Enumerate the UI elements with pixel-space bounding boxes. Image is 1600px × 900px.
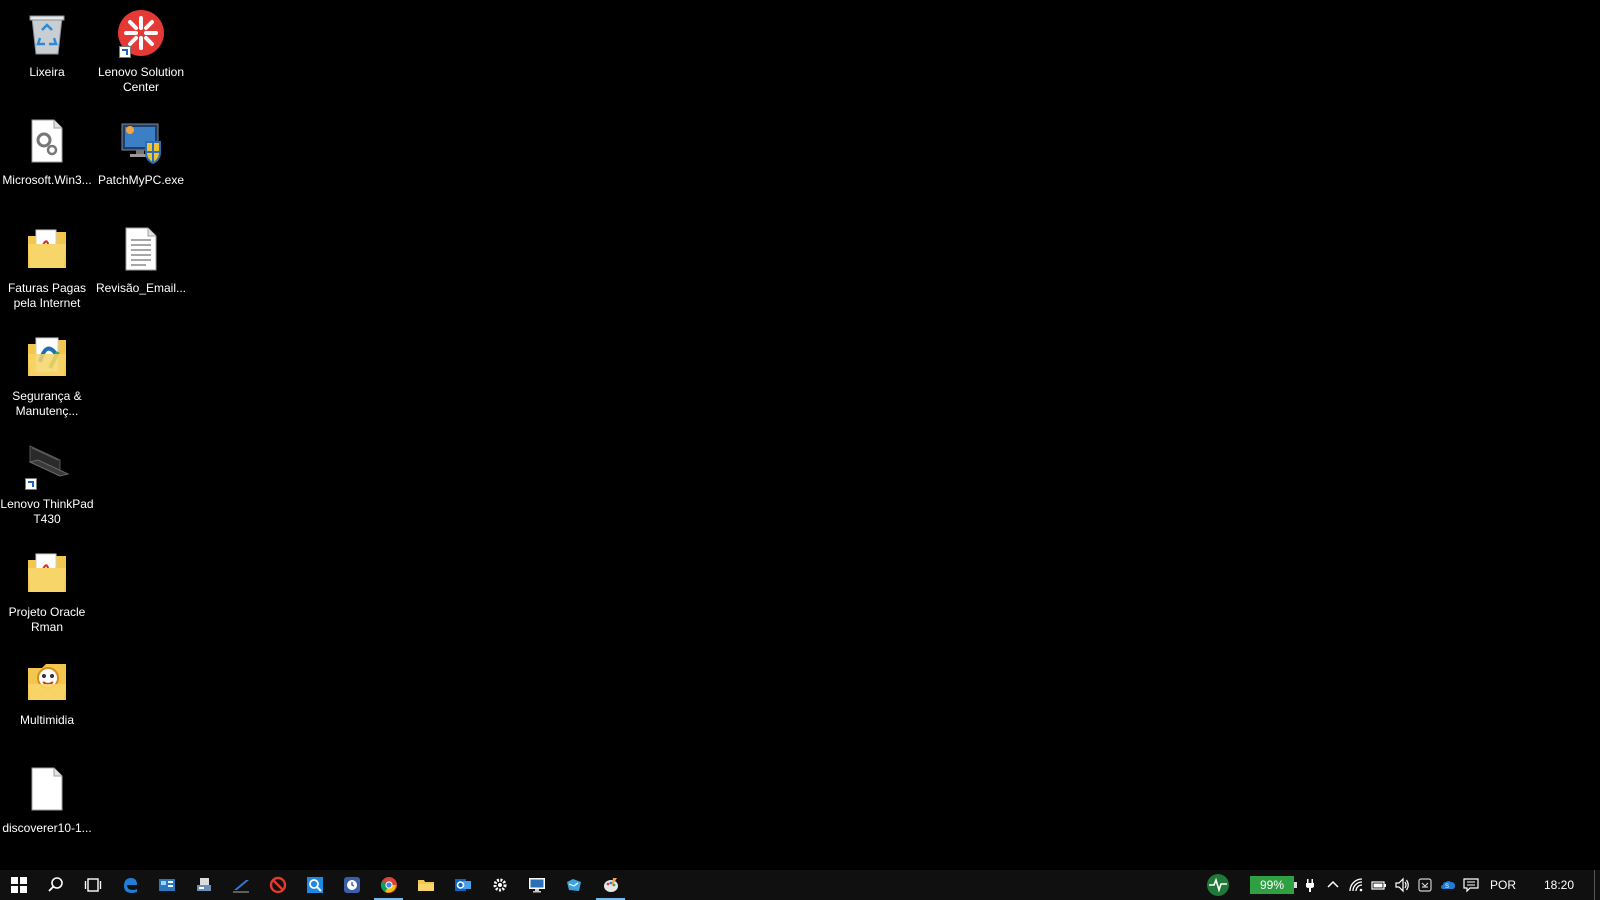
taskbar-chrome[interactable]	[370, 870, 407, 900]
taskbar-search-app[interactable]	[296, 870, 333, 900]
tray-power-plug[interactable]	[1298, 870, 1321, 900]
desktop-icon-label: discoverer10-1...	[2, 821, 92, 835]
paint-icon	[603, 878, 618, 892]
desktop-icon-discoverer[interactable]: discoverer10-1...	[0, 760, 94, 860]
outlook-icon	[454, 879, 471, 891]
desktop-icon-label: Segurança & Manutenç...	[12, 389, 82, 418]
edge-icon	[123, 878, 137, 893]
battery-indicator[interactable]: 99%	[1250, 876, 1297, 894]
tray-show-hidden[interactable]	[1321, 870, 1344, 900]
cloud-sync-icon: S	[1440, 881, 1455, 890]
tray-app-1[interactable]	[1413, 870, 1436, 900]
tray-volume[interactable]	[1390, 870, 1413, 900]
svg-text:S: S	[1445, 884, 1449, 890]
config-file-icon	[22, 116, 72, 166]
gear-icon	[493, 878, 506, 892]
desktop-icon-seguranca[interactable]: Segurança & Manutenç...	[0, 328, 94, 428]
taskbar-edge[interactable]	[111, 870, 148, 900]
lenovo-solution-center-icon	[116, 8, 166, 58]
clock[interactable]: 18:20	[1524, 878, 1594, 892]
tray-onedrive[interactable]: S	[1436, 870, 1459, 900]
no-entry-icon	[269, 876, 286, 894]
taskbar: 99% S POR 18:20	[0, 870, 1600, 900]
desktop-icon-label: Lenovo ThinkPad T430	[0, 497, 94, 526]
desktop-icon-label: Faturas Pagas pela Internet	[7, 281, 87, 310]
taskbar-sign-app[interactable]	[222, 870, 259, 900]
pdf-folder-icon	[22, 548, 72, 598]
chevron-up-icon	[1326, 880, 1339, 888]
desktop-icon-thinkpad[interactable]: Lenovo ThinkPad T430	[0, 436, 94, 536]
desktop-icon-label: PatchMyPC.exe	[97, 173, 185, 187]
desktop-icon-label: Multimidia	[19, 713, 74, 727]
desktop-icon-multimidia[interactable]: Multimidia	[0, 652, 94, 752]
notification-icon	[1462, 878, 1479, 893]
tray-action-center[interactable]	[1459, 870, 1482, 900]
start-button[interactable]	[0, 870, 37, 900]
taskbar-outlook[interactable]	[444, 870, 481, 900]
system-tray: 99% S POR 18:20	[1198, 870, 1600, 900]
tray-battery[interactable]	[1367, 870, 1390, 900]
shortcut-arrow-icon	[25, 478, 37, 490]
taskbar-remote-desktop[interactable]	[518, 870, 555, 900]
magnifier-app-icon	[306, 877, 323, 893]
desktop-icon-label: Lixeira	[29, 65, 65, 79]
chrome-icon	[380, 877, 397, 893]
recycle-bin-icon	[22, 8, 72, 58]
desktop-icon-label: Projeto Oracle Rman	[8, 605, 86, 634]
desktop-icon-label: Revisão_Email...	[95, 281, 187, 295]
patchmypc-icon	[116, 116, 166, 166]
taskbar-network-app[interactable]	[555, 870, 592, 900]
pdf-folder-icon	[22, 224, 72, 274]
windows-logo-icon	[10, 877, 27, 893]
tray-wifi[interactable]	[1344, 870, 1367, 900]
taskbar-clock-app[interactable]	[333, 870, 370, 900]
monitor-icon	[528, 878, 545, 893]
task-view-button[interactable]	[74, 870, 111, 900]
folder-icon	[417, 880, 434, 891]
desktop-icon-projeto-oracle[interactable]: Projeto Oracle Rman	[0, 544, 94, 644]
shortcut-arrow-icon	[119, 46, 131, 58]
signature-icon	[232, 880, 249, 893]
taskbar-paint-app[interactable]	[592, 870, 629, 900]
tray-activity-monitor[interactable]	[1198, 870, 1238, 900]
desktop-icon-revisao-email[interactable]: Revisão_Email...	[94, 220, 188, 320]
battery-icon	[1370, 881, 1386, 890]
desktop-icon-lixeira[interactable]: Lixeira	[0, 4, 94, 104]
search-button[interactable]	[37, 870, 74, 900]
desktop-icon-lenovo-solution-center[interactable]: Lenovo Solution Center	[94, 4, 188, 104]
multimedia-folder-icon	[22, 656, 72, 706]
clock-app-icon	[343, 877, 360, 893]
power-plug-icon	[1305, 879, 1314, 892]
taskbar-scanner[interactable]	[185, 870, 222, 900]
tray-app-icon	[1417, 878, 1432, 892]
language-indicator[interactable]: POR	[1482, 878, 1524, 892]
desktop-icon-label: Lenovo Solution Center	[97, 65, 185, 94]
desktop-icon-microsoft-win3[interactable]: Microsoft.Win3...	[0, 112, 94, 212]
desktop-icon-patchmypc[interactable]: PatchMyPC.exe	[94, 112, 188, 212]
laptop-icon	[22, 440, 72, 490]
security-folder-icon	[22, 332, 72, 382]
pulse-monitor-icon	[1207, 874, 1229, 896]
taskbar-blocker[interactable]	[259, 870, 296, 900]
task-view-icon	[84, 878, 101, 892]
control-panel-icon	[158, 879, 175, 891]
desktop[interactable]: Lixeira Microsoft.Win3... Faturas Pagas …	[0, 0, 1600, 870]
scanner-icon	[196, 878, 211, 891]
volume-icon	[1394, 877, 1409, 893]
desktop-icon-faturas[interactable]: Faturas Pagas pela Internet	[0, 220, 94, 320]
text-document-icon	[116, 224, 166, 274]
taskbar-settings[interactable]	[481, 870, 518, 900]
blank-file-icon	[22, 764, 72, 814]
search-icon	[47, 877, 63, 892]
wifi-icon	[1348, 878, 1362, 892]
taskbar-file-explorer[interactable]	[407, 870, 444, 900]
show-desktop-button[interactable]	[1594, 870, 1600, 900]
desktop-icon-label: Microsoft.Win3...	[2, 173, 92, 187]
network-map-icon	[566, 879, 581, 891]
taskbar-control-panel[interactable]	[148, 870, 185, 900]
